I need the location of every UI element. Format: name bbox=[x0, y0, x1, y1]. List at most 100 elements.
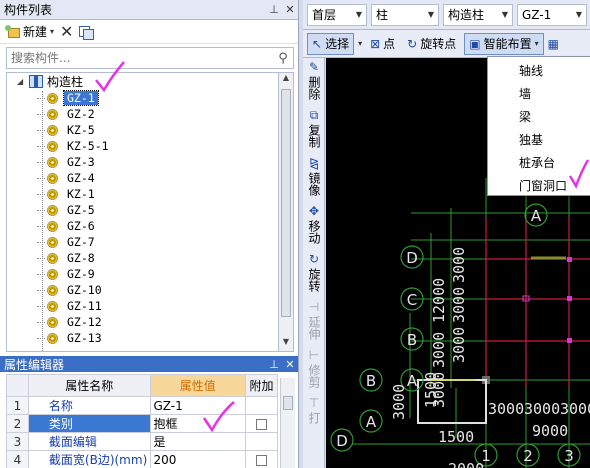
tree-item[interactable]: GZ-9 bbox=[7, 266, 278, 282]
property-scroll-thumb[interactable] bbox=[283, 396, 293, 410]
search-icon[interactable]: ⚲ bbox=[273, 51, 293, 66]
row-number: 4 bbox=[6, 450, 29, 468]
property-row[interactable]: 4 截面宽(B边)(mm) 200 bbox=[6, 450, 278, 468]
add-checkbox[interactable] bbox=[256, 418, 268, 430]
axis-label: C bbox=[407, 291, 417, 309]
point-label: 点 bbox=[383, 37, 396, 51]
scroll-down-icon[interactable]: ▼ bbox=[279, 337, 293, 351]
component-icon bbox=[47, 332, 58, 344]
tool-break[interactable]: ⊤ 打 bbox=[303, 394, 325, 424]
close-icon[interactable]: ✕ bbox=[282, 3, 298, 16]
scroll-thumb[interactable] bbox=[281, 89, 291, 317]
tool-move[interactable]: ✥ 移动 bbox=[303, 202, 325, 244]
extend-icon: ⊣ bbox=[308, 300, 320, 314]
tree-item[interactable]: KZ-1 bbox=[7, 186, 278, 202]
draw-toolbar: ↖ 选择 ▾ ⊠ 点 ↻ 旋转点 ▣ 智能布置 ▾ ▦ bbox=[303, 30, 590, 58]
tree-item[interactable]: GZ-13 bbox=[7, 330, 278, 346]
copy-component-icon[interactable] bbox=[79, 25, 95, 40]
component-icon bbox=[47, 140, 58, 152]
tree-root-node[interactable]: ◢ 构造柱 bbox=[7, 73, 278, 90]
property-scrollbar[interactable] bbox=[280, 378, 295, 468]
new-component-button[interactable]: 新建 ▾ bbox=[5, 23, 54, 40]
chevron-down-icon: ▼ bbox=[501, 10, 508, 19]
smart-layout-menu: 轴线墙梁独基 桩承台 门窗洞口 bbox=[487, 56, 590, 196]
search-input[interactable] bbox=[7, 51, 273, 65]
component-icon bbox=[47, 268, 58, 280]
property-value-header: 属性值 bbox=[149, 374, 247, 397]
tool-mirror[interactable]: ⧎ 镜像 bbox=[303, 154, 325, 196]
break-icon: ⊤ bbox=[308, 396, 320, 410]
tree-item[interactable]: KZ-5 bbox=[7, 122, 278, 138]
close-icon[interactable]: ✕ bbox=[282, 358, 298, 371]
menu-item[interactable]: 独基 bbox=[488, 128, 590, 151]
dimension-text: 1500 bbox=[422, 372, 440, 408]
tool-trim[interactable]: ⊢ 修剪 bbox=[303, 346, 325, 388]
rotate-point-button[interactable]: ↻ 旋转点 bbox=[403, 33, 460, 55]
tree-item[interactable]: KZ-5-1 bbox=[7, 138, 278, 154]
tree-item[interactable]: GZ-1 bbox=[7, 90, 278, 106]
floor-select[interactable]: 首层 ▼ bbox=[307, 3, 367, 26]
tree-item[interactable]: GZ-10 bbox=[7, 282, 278, 298]
type-select[interactable]: 柱 ▼ bbox=[371, 3, 439, 26]
property-value[interactable]: 抱框 bbox=[149, 414, 247, 433]
tool-eraser[interactable]: ✎ 删除 bbox=[303, 58, 325, 100]
tree-item[interactable]: GZ-6 bbox=[7, 218, 278, 234]
tree-item[interactable]: GZ-7 bbox=[7, 234, 278, 250]
tree-item-label: GZ-6 bbox=[67, 219, 95, 233]
floor-select-value: 首层 bbox=[312, 8, 337, 22]
tree-item[interactable]: GZ-5 bbox=[7, 202, 278, 218]
component-icon bbox=[47, 108, 58, 120]
axis-label: A bbox=[531, 207, 542, 225]
add-checkbox[interactable] bbox=[256, 454, 268, 466]
dimension-text: 1500 bbox=[438, 428, 474, 446]
smart-layout-button[interactable]: ▣ 智能布置 ▾ bbox=[464, 32, 544, 55]
component-select[interactable]: GZ-1 ▼ bbox=[517, 3, 587, 26]
rotate-icon: ↻ bbox=[308, 252, 320, 266]
tree-scrollbar[interactable]: ▲ ▼ bbox=[278, 72, 294, 352]
collapse-icon[interactable]: ◢ bbox=[17, 77, 27, 86]
row-number: 1 bbox=[6, 396, 29, 415]
tool-label: 打 bbox=[307, 412, 321, 424]
rotate-point-icon: ↻ bbox=[407, 36, 418, 51]
pin-icon[interactable]: ⊥ bbox=[266, 3, 282, 16]
tree-item[interactable]: GZ-12 bbox=[7, 314, 278, 330]
tree-item[interactable]: GZ-3 bbox=[7, 154, 278, 170]
tree-item-label: GZ-4 bbox=[67, 171, 95, 185]
menu-item[interactable]: 门窗洞口 bbox=[488, 174, 590, 197]
pin-icon[interactable]: ⊥ bbox=[266, 358, 282, 371]
eraser-icon: ✎ bbox=[308, 60, 320, 74]
tree-item-label: KZ-1 bbox=[67, 187, 95, 201]
point-button[interactable]: ⊠ 点 bbox=[366, 33, 399, 55]
menu-item[interactable]: 桩承台 bbox=[488, 151, 590, 174]
select-button[interactable]: ↖ 选择 bbox=[307, 32, 355, 55]
property-row[interactable]: 3 截面编辑 是 bbox=[6, 432, 278, 451]
scroll-up-icon[interactable]: ▲ bbox=[279, 73, 293, 87]
more-tools-icon[interactable]: ▦ bbox=[548, 37, 559, 51]
tool-rotate[interactable]: ↻ 旋转 bbox=[303, 250, 325, 292]
chevron-down-icon[interactable]: ▾ bbox=[358, 39, 362, 48]
delete-icon[interactable]: ✕ bbox=[60, 22, 73, 41]
property-name-header: 属性名称 bbox=[27, 374, 151, 397]
tool-copy[interactable]: ⧉ 复制 bbox=[303, 106, 325, 148]
component-icon bbox=[47, 316, 58, 328]
property-value[interactable]: GZ-1 bbox=[149, 396, 247, 415]
menu-item[interactable]: 梁 bbox=[488, 105, 590, 128]
subtype-select-value: 构造柱 bbox=[448, 8, 485, 22]
menu-item[interactable]: 墙 bbox=[488, 82, 590, 105]
tree-item[interactable]: GZ-2 bbox=[7, 106, 278, 122]
property-row[interactable]: 1 名称 GZ-1 bbox=[6, 396, 278, 415]
subtype-select[interactable]: 构造柱 ▼ bbox=[443, 3, 513, 26]
property-name: 类别 bbox=[27, 414, 151, 433]
row-number: 3 bbox=[6, 432, 29, 451]
menu-item[interactable]: 轴线 bbox=[488, 59, 590, 82]
property-row[interactable]: 2 类别 抱框 bbox=[6, 414, 278, 433]
property-value[interactable]: 是 bbox=[149, 432, 247, 451]
dimension-text: 12000 bbox=[430, 278, 448, 323]
tree-item[interactable]: GZ-4 bbox=[7, 170, 278, 186]
property-add-header: 附加 bbox=[245, 374, 278, 397]
tree-item[interactable]: GZ-11 bbox=[7, 298, 278, 314]
tool-extend[interactable]: ⊣ 延伸 bbox=[303, 298, 325, 340]
property-value[interactable]: 200 bbox=[149, 450, 247, 468]
tree-item-label: KZ-5-1 bbox=[67, 139, 109, 153]
tree-item[interactable]: GZ-8 bbox=[7, 250, 278, 266]
